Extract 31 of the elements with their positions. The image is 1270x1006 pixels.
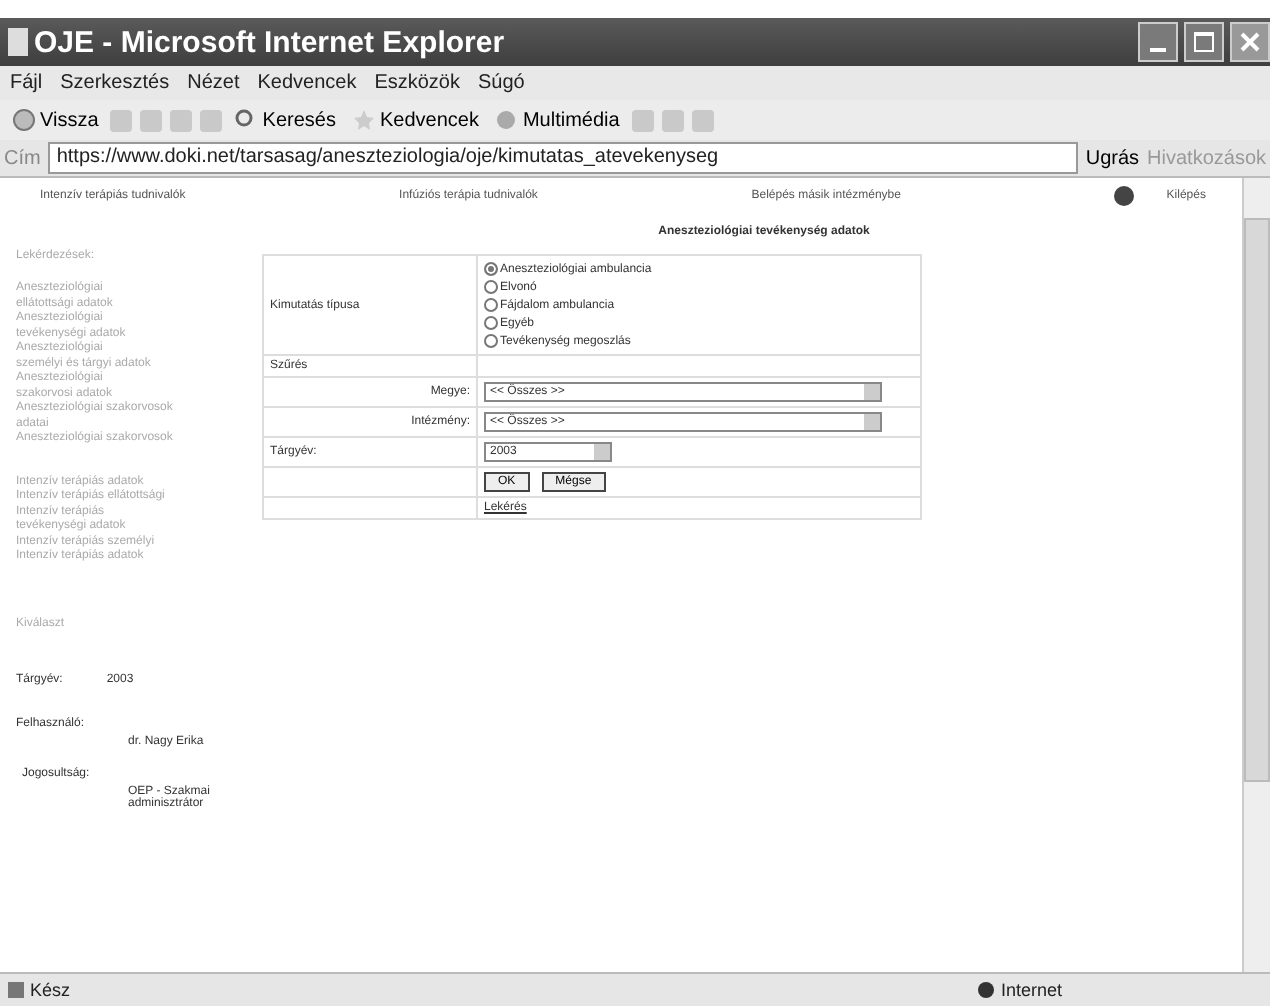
media-button[interactable]: Multimédia — [490, 108, 624, 132]
search-button[interactable]: Keresés — [230, 108, 340, 132]
radio-button[interactable] — [484, 262, 498, 276]
favorites-button[interactable]: Kedvencek — [347, 108, 483, 132]
exit-icon — [1114, 186, 1135, 206]
scrollbar[interactable] — [1242, 178, 1270, 972]
menu-item[interactable]: Eszközök — [374, 72, 460, 94]
star-icon — [351, 108, 376, 132]
menu-item[interactable]: Nézet — [187, 72, 240, 94]
menu-item[interactable]: Kedvencek — [257, 72, 357, 94]
radio-button[interactable] — [484, 316, 498, 330]
minimize-button[interactable] — [1138, 22, 1178, 62]
menu-item[interactable]: Súgó — [478, 72, 525, 94]
address-field[interactable]: https://www.doki.net/tarsasag/aneszteziologia/oje/kimutatas_atevekenyseg — [48, 142, 1078, 174]
maximize-button[interactable] — [1184, 22, 1224, 62]
window-title: OJE - Microsoft Internet Explorer — [34, 25, 507, 59]
ie-logo-icon — [8, 28, 28, 56]
close-button[interactable] — [1230, 22, 1270, 62]
circle-icon — [494, 108, 519, 132]
go-button[interactable]: Ugrás — [1085, 147, 1140, 169]
menu-item[interactable]: Fájl — [10, 72, 43, 94]
back-button[interactable]: Vissza — [8, 108, 103, 132]
circle-icon — [12, 108, 36, 132]
radio-button[interactable] — [484, 280, 498, 294]
radio-button[interactable] — [484, 334, 498, 348]
radio-button[interactable] — [484, 298, 498, 312]
zone-label: Internet — [978, 980, 1062, 1000]
menu-item[interactable]: Szerkesztés — [60, 72, 170, 94]
address-label: Cím — [4, 147, 41, 169]
close-icon — [1240, 32, 1260, 52]
status-text: Kész — [8, 980, 71, 1000]
